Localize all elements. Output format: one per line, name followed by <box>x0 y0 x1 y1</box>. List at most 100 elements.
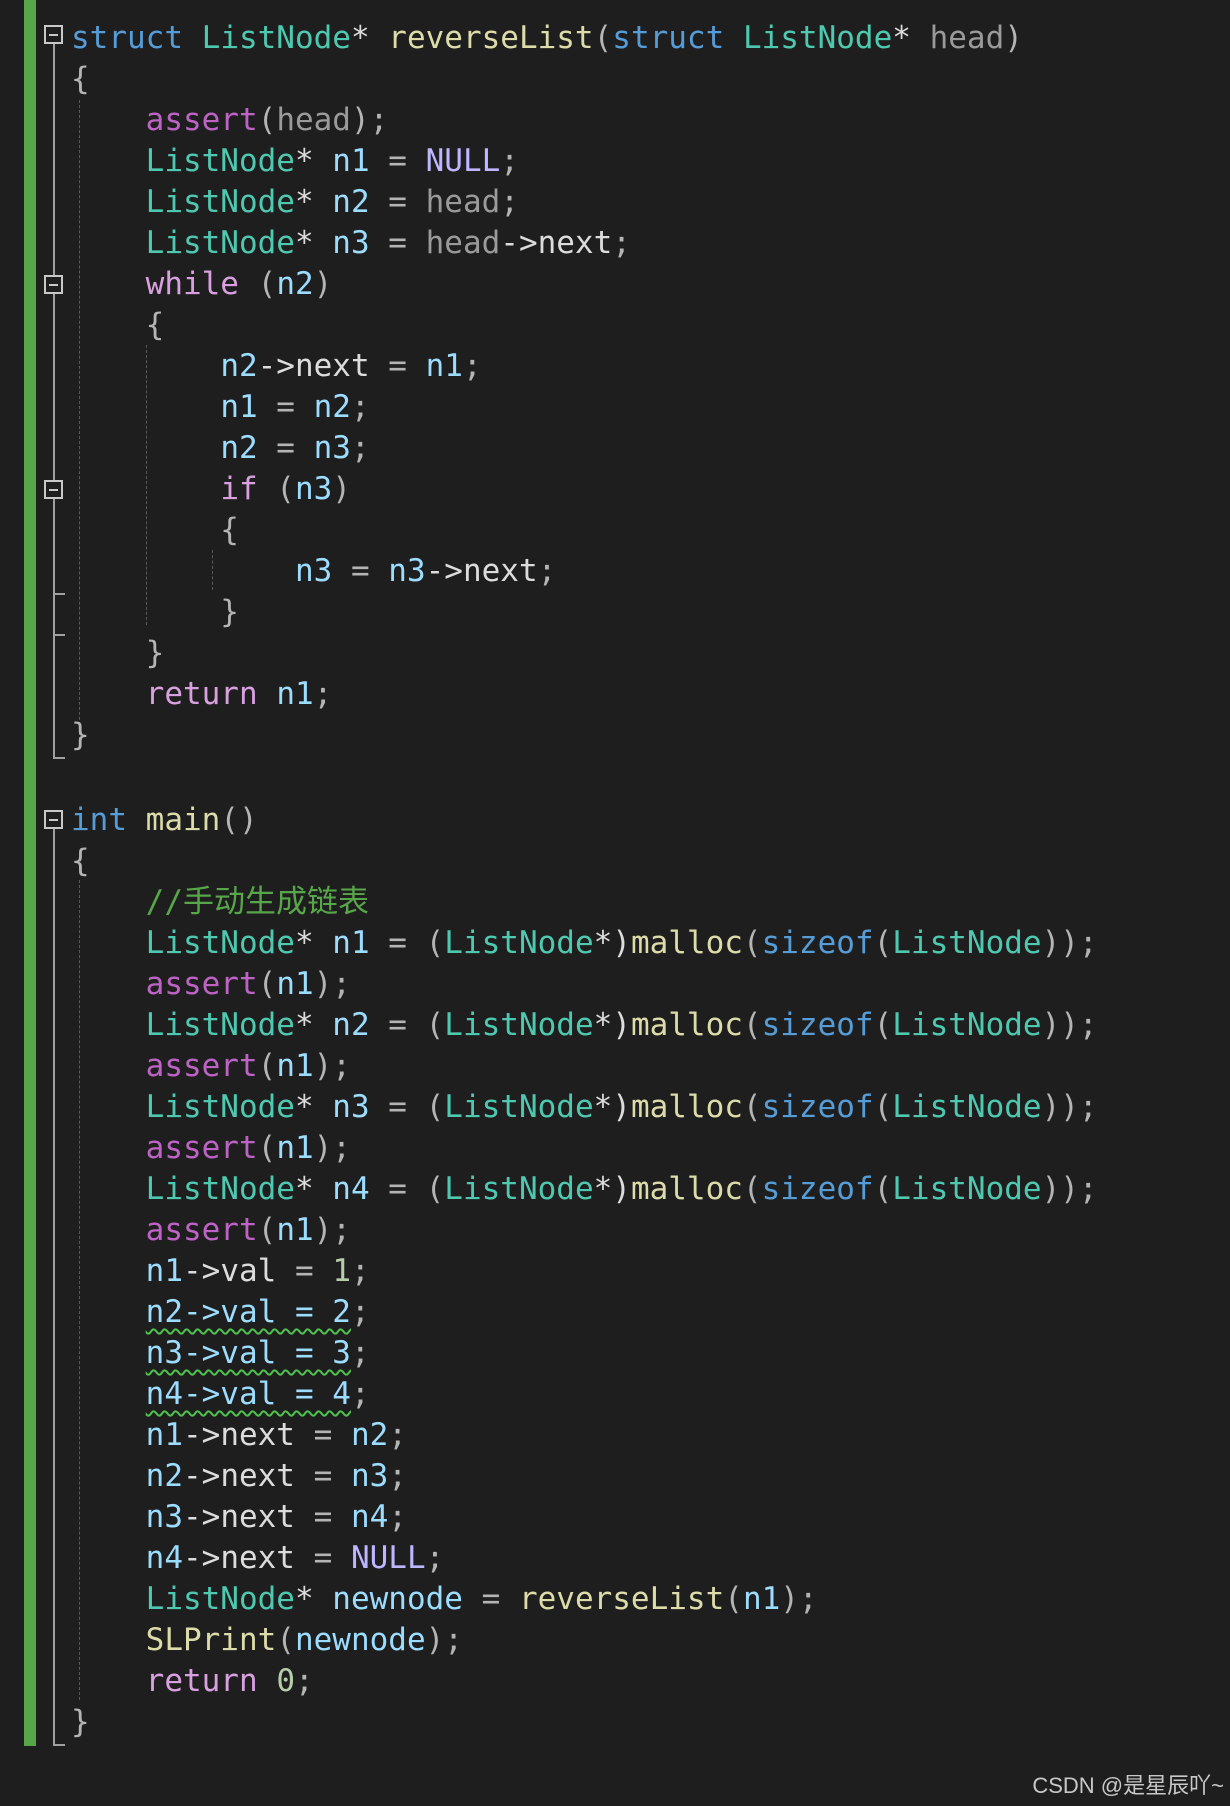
code-line[interactable]: { <box>71 841 90 882</box>
collapse-main-icon[interactable] <box>44 810 63 829</box>
code-line[interactable]: ListNode* n4 = (ListNode*)malloc(sizeof(… <box>71 1169 1098 1210</box>
code-line[interactable]: n1->next = n2; <box>71 1415 407 1456</box>
punctuation-token: ( <box>873 1089 893 1125</box>
punctuation-token: ) <box>1004 20 1023 56</box>
variable-token: n1 <box>145 1253 183 1289</box>
code-line[interactable]: n3 = n3->next; <box>71 551 556 592</box>
operator-token: -> <box>182 1458 221 1494</box>
watermark-text: CSDN @是星辰吖~ <box>1032 1773 1224 1798</box>
code-line[interactable]: } <box>71 633 165 674</box>
punctuation-token: ( <box>257 1048 277 1084</box>
code-line[interactable]: ListNode* n1 = (ListNode*)malloc(sizeof(… <box>71 923 1098 964</box>
punctuation-token: ( <box>873 1007 893 1043</box>
code-editor[interactable]: struct ListNode* reverseList(struct List… <box>0 0 1230 1806</box>
operator-token: = <box>332 553 389 589</box>
code-line[interactable]: n2->next = n3; <box>71 1456 407 1497</box>
code-line[interactable]: ListNode* n3 = head->next; <box>71 223 631 264</box>
control-keyword-token: while <box>145 266 239 302</box>
member-token: val <box>220 1253 277 1289</box>
keyword-token: int <box>71 802 127 838</box>
code-line[interactable]: { <box>71 59 90 100</box>
code-line[interactable]: { <box>71 305 165 346</box>
warning-squiggle-expression[interactable]: n4->val = 4 <box>146 1376 351 1412</box>
code-line[interactable]: { <box>71 510 239 551</box>
punctuation-token: ( <box>742 925 762 961</box>
punctuation-token: ; <box>462 348 482 384</box>
code-line[interactable]: assert(n1); <box>71 1210 351 1251</box>
variable-token: n2 <box>145 1458 183 1494</box>
punctuation-token: ( <box>238 266 277 302</box>
type-token: ListNode <box>444 1007 594 1043</box>
variable-token: n2 <box>350 1417 389 1453</box>
function-token: malloc <box>630 1171 743 1207</box>
code-line[interactable]: return 0; <box>71 1661 314 1702</box>
code-line[interactable]: ListNode* newnode = reverseList(n1); <box>71 1579 818 1620</box>
code-line[interactable]: n2->val = 2; <box>71 1292 370 1333</box>
operator-token: * <box>294 1581 333 1617</box>
variable-token: n3 <box>294 471 333 507</box>
type-token: ListNode <box>892 1171 1042 1207</box>
punctuation-token: ; <box>537 553 557 589</box>
collapse-while-icon[interactable] <box>44 275 63 294</box>
operator-token: * <box>892 20 930 56</box>
code-line[interactable]: SLPrint(newnode); <box>71 1620 463 1661</box>
warning-squiggle-expression[interactable]: n3->val = 3 <box>146 1335 351 1371</box>
code-line[interactable]: assert(n1); <box>71 1046 351 1087</box>
type-token: ListNode <box>145 1581 295 1617</box>
type-token: ListNode <box>145 1007 295 1043</box>
keyword-token: sizeof <box>761 1007 874 1043</box>
warning-squiggle-expression[interactable]: n2->val = 2 <box>146 1294 351 1330</box>
punctuation-token: ; <box>425 1540 445 1576</box>
code-line[interactable]: int main() <box>71 800 258 841</box>
code-line[interactable]: n2 = n3; <box>71 428 369 469</box>
variable-token: n1 <box>276 1048 314 1084</box>
code-line[interactable]: n3->next = n4; <box>71 1497 407 1538</box>
code-line[interactable]: } <box>71 715 90 756</box>
code-line[interactable]: n1 = n2; <box>71 387 369 428</box>
code-line[interactable]: assert(head); <box>71 100 389 141</box>
code-line[interactable]: ListNode* n3 = (ListNode*)malloc(sizeof(… <box>71 1087 1098 1128</box>
code-line[interactable]: assert(n1); <box>71 1128 351 1169</box>
operator-token: = <box>294 1499 351 1535</box>
punctuation-token: ( <box>873 925 893 961</box>
code-line[interactable]: } <box>71 1702 90 1743</box>
variable-token: n1 <box>332 925 370 961</box>
operator-token: = <box>294 1540 351 1576</box>
code-line[interactable]: ListNode* n2 = head; <box>71 182 519 223</box>
collapse-function-icon[interactable] <box>44 25 63 44</box>
code-line[interactable]: return n1; <box>71 674 333 715</box>
type-token: ListNode <box>145 1089 295 1125</box>
collapse-if-icon[interactable] <box>44 480 63 499</box>
code-line[interactable]: n1->val = 1; <box>71 1251 370 1292</box>
variable-token: n3 <box>332 225 370 261</box>
number-token: 1 <box>332 1253 351 1289</box>
code-line[interactable]: n2->next = n1; <box>71 346 482 387</box>
code-line[interactable]: assert(n1); <box>71 964 351 1005</box>
punctuation-token: ; <box>388 1499 407 1535</box>
punctuation-token: )); <box>1041 1007 1098 1043</box>
code-line[interactable]: } <box>71 592 239 633</box>
operator-token: * <box>294 1007 333 1043</box>
operator-token: *) <box>593 1171 631 1207</box>
code-line[interactable]: ListNode* n1 = NULL; <box>71 141 519 182</box>
member-token: next <box>537 225 613 261</box>
function-token: SLPrint <box>145 1622 277 1658</box>
fold-if-end <box>53 593 65 595</box>
code-line[interactable]: struct ListNode* reverseList(struct List… <box>71 18 1023 59</box>
code-line[interactable]: while (n2) <box>71 264 333 305</box>
code-line[interactable]: n3->val = 3; <box>71 1333 370 1374</box>
code-line[interactable]: n4->val = 4; <box>71 1374 370 1415</box>
code-line[interactable]: //手动生成链表 <box>71 882 369 923</box>
code-line[interactable]: ListNode* n2 = (ListNode*)malloc(sizeof(… <box>71 1005 1098 1046</box>
code-line[interactable]: n4->next = NULL; <box>71 1538 445 1579</box>
code-line[interactable]: if (n3) <box>71 469 351 510</box>
